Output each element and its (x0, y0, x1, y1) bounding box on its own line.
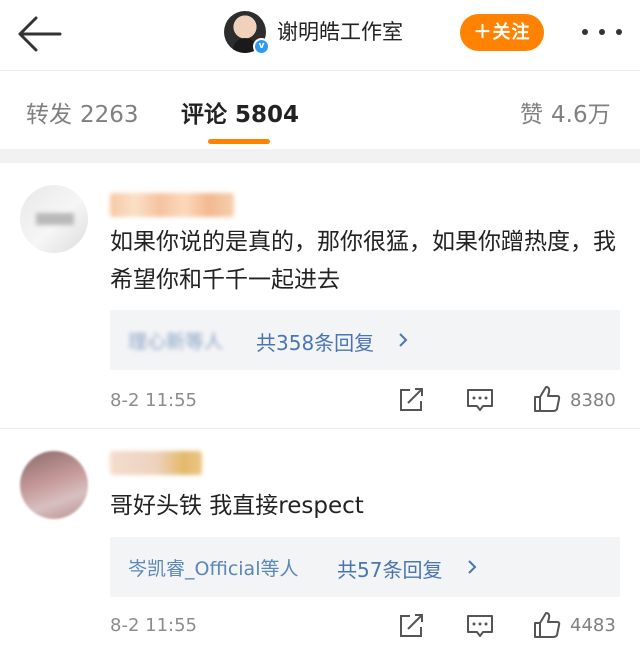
tab-repost[interactable]: 转发 2263 (26, 95, 139, 129)
account-name[interactable]: 谢明皓工作室 (277, 16, 403, 46)
back-arrow-icon[interactable] (14, 12, 66, 56)
reply-users: 岑凯睿_Official等人 (128, 558, 299, 580)
comment-time: 8-2 11:55 (110, 390, 197, 411)
comment-text: 哥好头铁 我直接respect (110, 493, 364, 519)
replies-preview[interactable]: 岑凯睿_Official等人 共57条回复 (110, 537, 620, 597)
top-bar: v 谢明皓工作室 ＋关注 (0, 0, 640, 70)
reply-count: 共57条回复 (337, 558, 443, 582)
commenter-name-blurred[interactable] (110, 451, 202, 475)
replies-preview[interactable]: 理心新等人 共358条回复 (110, 310, 620, 370)
reply-users: 理心新等人 (128, 331, 224, 353)
share-icon[interactable] (396, 385, 426, 415)
more-options-icon[interactable] (580, 22, 624, 42)
tab-comments-count: 5804 (235, 102, 300, 128)
commenter-name-blurred[interactable] (110, 193, 234, 217)
comment-item: 哥好头铁 我直接respect 岑凯睿_Official等人 共57条回复 8-… (0, 429, 640, 658)
commenter-avatar[interactable] (20, 451, 88, 519)
tab-comments[interactable]: 评论 5804 (181, 95, 299, 129)
chevron-right-icon (468, 560, 477, 574)
header-divider (0, 70, 640, 71)
tab-likes[interactable]: 赞 4.6万 (520, 95, 611, 129)
verified-badge-icon: v (253, 38, 270, 55)
active-tab-indicator (208, 139, 270, 144)
comment-text: 如果你说的是真的，那你很猛，如果你蹭热度，我希望你和千千一起进去 (110, 229, 616, 293)
reply-icon[interactable] (465, 611, 495, 641)
like-count: 4483 (570, 615, 616, 636)
commenter-avatar[interactable] (20, 185, 88, 253)
share-icon[interactable] (396, 611, 426, 641)
follow-button[interactable]: ＋关注 (460, 14, 544, 51)
like-count: 8380 (570, 390, 616, 411)
like-thumb-icon[interactable] (532, 384, 562, 414)
reply-count: 共358条回复 (256, 331, 375, 355)
comment-time: 8-2 11:55 (110, 615, 197, 636)
tab-likes-label: 赞 (520, 102, 543, 128)
reply-icon[interactable] (465, 385, 495, 415)
section-divider (0, 149, 640, 163)
tab-repost-label: 转发 (26, 102, 72, 128)
tab-likes-count: 4.6万 (551, 102, 611, 128)
chevron-right-icon (399, 333, 408, 347)
tab-repost-count: 2263 (80, 102, 139, 128)
like-thumb-icon[interactable] (532, 610, 562, 640)
comment-item: 如果你说的是真的，那你很猛，如果你蹭热度，我希望你和千千一起进去 理心新等人 共… (0, 163, 640, 425)
tab-comments-label: 评论 (181, 102, 227, 128)
